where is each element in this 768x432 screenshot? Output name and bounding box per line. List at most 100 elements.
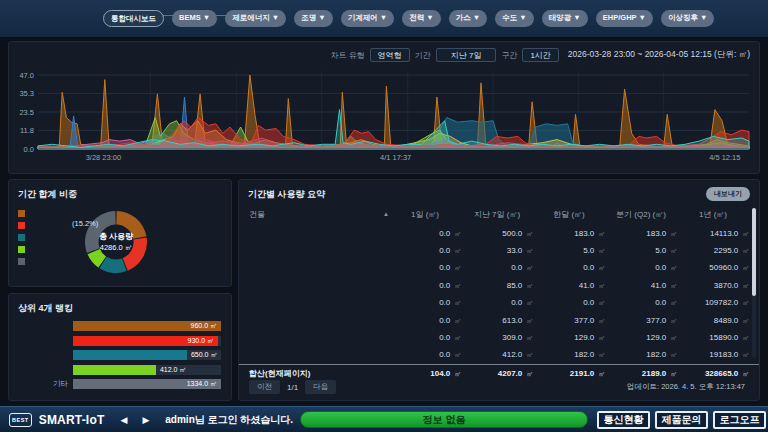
comm-status-button[interactable]: 통신현황 bbox=[597, 411, 650, 429]
table-row[interactable]: 0.0 ㎥0.0 ㎥0.0 ㎥0.0 ㎥109782.0 ㎥ bbox=[239, 295, 759, 312]
table-row[interactable]: 0.0 ㎥309.0 ㎥129.0 ㎥129.0 ㎥15890.0 ㎥ bbox=[239, 329, 759, 346]
cell-value: 0.0 ㎥ bbox=[389, 333, 461, 343]
period-label: 기간 bbox=[415, 50, 431, 61]
ranking-bar-value: 930.0 ㎥ bbox=[188, 336, 214, 346]
arrow-right-icon[interactable]: ▶ bbox=[142, 415, 149, 425]
app-brand: SMART-IoT bbox=[39, 413, 105, 427]
ranking-bar-track: 1334.0 ㎥ bbox=[73, 379, 221, 389]
col-header-building[interactable]: 건물▲ bbox=[249, 209, 389, 220]
table-row[interactable]: 0.0 ㎥85.0 ㎥41.0 ㎥41.0 ㎥3870.0 ㎥ bbox=[239, 277, 759, 294]
donut-percent-callout: (15.2%) bbox=[72, 219, 98, 228]
export-button[interactable]: 내보내기 bbox=[706, 187, 750, 201]
chart-controls: 차트 유형 영역형 기간 지난 7일 구간 1시간 2026-03-28 23:… bbox=[330, 48, 750, 62]
cell-value: 33.0 ㎥ bbox=[461, 246, 533, 256]
col-header-4[interactable]: 분기 (Q2) (㎥) bbox=[605, 209, 677, 220]
cell-value: 0.0 ㎥ bbox=[461, 298, 533, 308]
legend-swatch-3 bbox=[18, 246, 25, 253]
bottom-buttons: 통신현황 제품문의 로그오프 bbox=[597, 411, 766, 429]
product-inquiry-button[interactable]: 제품문의 bbox=[655, 411, 708, 429]
table-row[interactable]: 0.0 ㎥412.0 ㎥182.0 ㎥182.0 ㎥19183.0 ㎥ bbox=[239, 347, 759, 364]
best-badge: BEST bbox=[9, 413, 32, 427]
interval-label: 구간 bbox=[501, 50, 517, 61]
interval-select[interactable]: 1시간 bbox=[522, 48, 558, 62]
cell-value: 613.0 ㎥ bbox=[461, 316, 533, 326]
page-indicator: 1/1 bbox=[287, 383, 298, 392]
ranking-title: 상위 4개 랭킹 bbox=[9, 294, 231, 315]
nav-item-7[interactable]: 수도 ▼ bbox=[495, 10, 534, 27]
usage-summary-panel: 기간별 사용량 요약 내보내기 건물▲1일 (㎥)지난 7일 (㎥)한달 (㎥)… bbox=[238, 179, 760, 401]
col-header-1[interactable]: 1일 (㎥) bbox=[389, 209, 461, 220]
next-page-button[interactable]: 다음 bbox=[305, 380, 336, 394]
nav-item-2[interactable]: 제로에너지 ▼ bbox=[225, 10, 286, 27]
svg-text:3/28 23:00: 3/28 23:00 bbox=[86, 153, 121, 162]
nav-item-3[interactable]: 조명 ▼ bbox=[294, 10, 333, 27]
ranking-bar-track: 650.0 ㎥ bbox=[73, 350, 221, 360]
cell-value: 0.0 ㎥ bbox=[605, 298, 677, 308]
ranking-bar-value: 412.0 ㎥ bbox=[160, 365, 186, 375]
chart-type-select[interactable]: 영역형 bbox=[370, 48, 410, 62]
ranking-bar bbox=[73, 365, 156, 375]
cell-value: 0.0 ㎥ bbox=[389, 281, 461, 291]
cell-value: 0.0 ㎥ bbox=[605, 263, 677, 273]
nav-item-9[interactable]: EHP/GHP ▼ bbox=[596, 10, 653, 27]
cell-value: 50960.0 ㎥ bbox=[677, 263, 749, 273]
ranking-bar-track: 412.0 ㎥ bbox=[73, 365, 221, 375]
period-share-title: 기간 합계 비중 bbox=[9, 180, 231, 201]
prev-page-button[interactable]: 이전 bbox=[249, 380, 280, 394]
table-body: 0.0 ㎥500.0 ㎥183.0 ㎥183.0 ㎥14113.0 ㎥0.0 ㎥… bbox=[239, 225, 759, 364]
table-row[interactable]: 0.0 ㎥0.0 ㎥0.0 ㎥0.0 ㎥50960.0 ㎥ bbox=[239, 260, 759, 277]
svg-text:11.8: 11.8 bbox=[20, 126, 34, 135]
top-nav-bar: 통합대시보드 BEMS ▼ 제로에너지 ▼ 조명 ▼ 기계제어 ▼ 전력 ▼ 가스 ▼ 수도 … bbox=[0, 0, 768, 38]
cell-value: 41.0 ㎥ bbox=[605, 281, 677, 291]
cell-value: 0.0 ㎥ bbox=[389, 263, 461, 273]
status-message-button[interactable]: 정보 없음 bbox=[300, 411, 588, 428]
scrollbar-thumb[interactable] bbox=[752, 208, 756, 296]
nav-item-10[interactable]: 이상징후 ▼ bbox=[661, 10, 715, 27]
date-range-text: 2026-03-28 23:00 ~ 2026-04-05 12:15 (단위:… bbox=[568, 49, 750, 61]
ranking-bars: 960.0 ㎥ 930.0 ㎥ 650.0 ㎥ 412.0 ㎥ 기타1334.0 ㎥ bbox=[9, 321, 221, 394]
table-row[interactable]: 0.0 ㎥613.0 ㎥377.0 ㎥377.0 ㎥8489.0 ㎥ bbox=[239, 312, 759, 329]
cell-value: 309.0 ㎥ bbox=[461, 333, 533, 343]
legend-swatch-2 bbox=[18, 234, 25, 241]
ranking-bar bbox=[73, 350, 187, 360]
nav-item-5[interactable]: 전력 ▼ bbox=[402, 10, 441, 27]
login-status-text: admin님 로그인 하셨습니다. bbox=[165, 413, 293, 427]
table-scrollbar[interactable] bbox=[752, 208, 756, 358]
summary-title: 기간별 사용량 요약 bbox=[239, 180, 759, 201]
cell-value: 8489.0 ㎥ bbox=[677, 316, 749, 326]
bottom-status-bar: BEST SMART-IoT ◀ ▶ admin님 로그인 하셨습니다. 정보 … bbox=[0, 406, 768, 432]
cell-value: 0.0 ㎥ bbox=[533, 263, 605, 273]
updated-timestamp: 업데이트: 2026. 4. 5. 오후 12:13:47 bbox=[627, 382, 745, 392]
svg-text:4/5 12:15: 4/5 12:15 bbox=[709, 153, 740, 162]
logoff-button[interactable]: 로그오프 bbox=[713, 411, 766, 429]
cell-value: 0.0 ㎥ bbox=[389, 350, 461, 360]
cell-value: 377.0 ㎥ bbox=[605, 316, 677, 326]
ranking-row-0: 960.0 ㎥ bbox=[9, 321, 221, 331]
table-row[interactable]: 0.0 ㎥33.0 ㎥5.0 ㎥5.0 ㎥2295.0 ㎥ bbox=[239, 242, 759, 259]
ranking-row-label: 기타 bbox=[9, 379, 73, 389]
cell-value: 0.0 ㎥ bbox=[389, 229, 461, 239]
nav-item-6[interactable]: 가스 ▼ bbox=[449, 10, 488, 27]
col-header-5[interactable]: 1년 (㎥) bbox=[677, 209, 749, 220]
cell-value: 5.0 ㎥ bbox=[533, 246, 605, 256]
cell-value: 377.0 ㎥ bbox=[533, 316, 605, 326]
col-header-2[interactable]: 지난 7일 (㎥) bbox=[461, 209, 533, 220]
nav-item-8[interactable]: 태양광 ▼ bbox=[542, 10, 588, 27]
ranking-bar-value: 650.0 ㎥ bbox=[191, 350, 217, 360]
cell-value: 183.0 ㎥ bbox=[533, 229, 605, 239]
period-select[interactable]: 지난 7일 bbox=[436, 48, 497, 62]
donut-center-value: 4286.0 ㎥ bbox=[76, 243, 156, 253]
usage-trend-chart-panel: 차트 유형 영역형 기간 지난 7일 구간 1시간 2026-03-28 23:… bbox=[8, 41, 760, 174]
nav-item-1[interactable]: BEMS ▼ bbox=[172, 10, 217, 27]
cell-value: 2295.0 ㎥ bbox=[677, 246, 749, 256]
period-share-panel: 기간 합계 비중 (15.2%) 총 사용량 4286.0 ㎥ bbox=[8, 179, 232, 287]
chart-type-label: 차트 유형 bbox=[330, 50, 364, 61]
nav-item-4[interactable]: 기계제어 ▼ bbox=[341, 10, 395, 27]
col-header-3[interactable]: 한달 (㎥) bbox=[533, 209, 605, 220]
svg-text:47.0: 47.0 bbox=[19, 71, 34, 80]
nav-item-0[interactable]: 통합대시보드 bbox=[103, 10, 164, 27]
footer-label: 합산(현재페이지) bbox=[249, 368, 389, 379]
footer-value: 104.0 ㎥ bbox=[389, 369, 461, 379]
table-row[interactable]: 0.0 ㎥500.0 ㎥183.0 ㎥183.0 ㎥14113.0 ㎥ bbox=[239, 225, 759, 242]
arrow-left-icon[interactable]: ◀ bbox=[120, 415, 127, 425]
